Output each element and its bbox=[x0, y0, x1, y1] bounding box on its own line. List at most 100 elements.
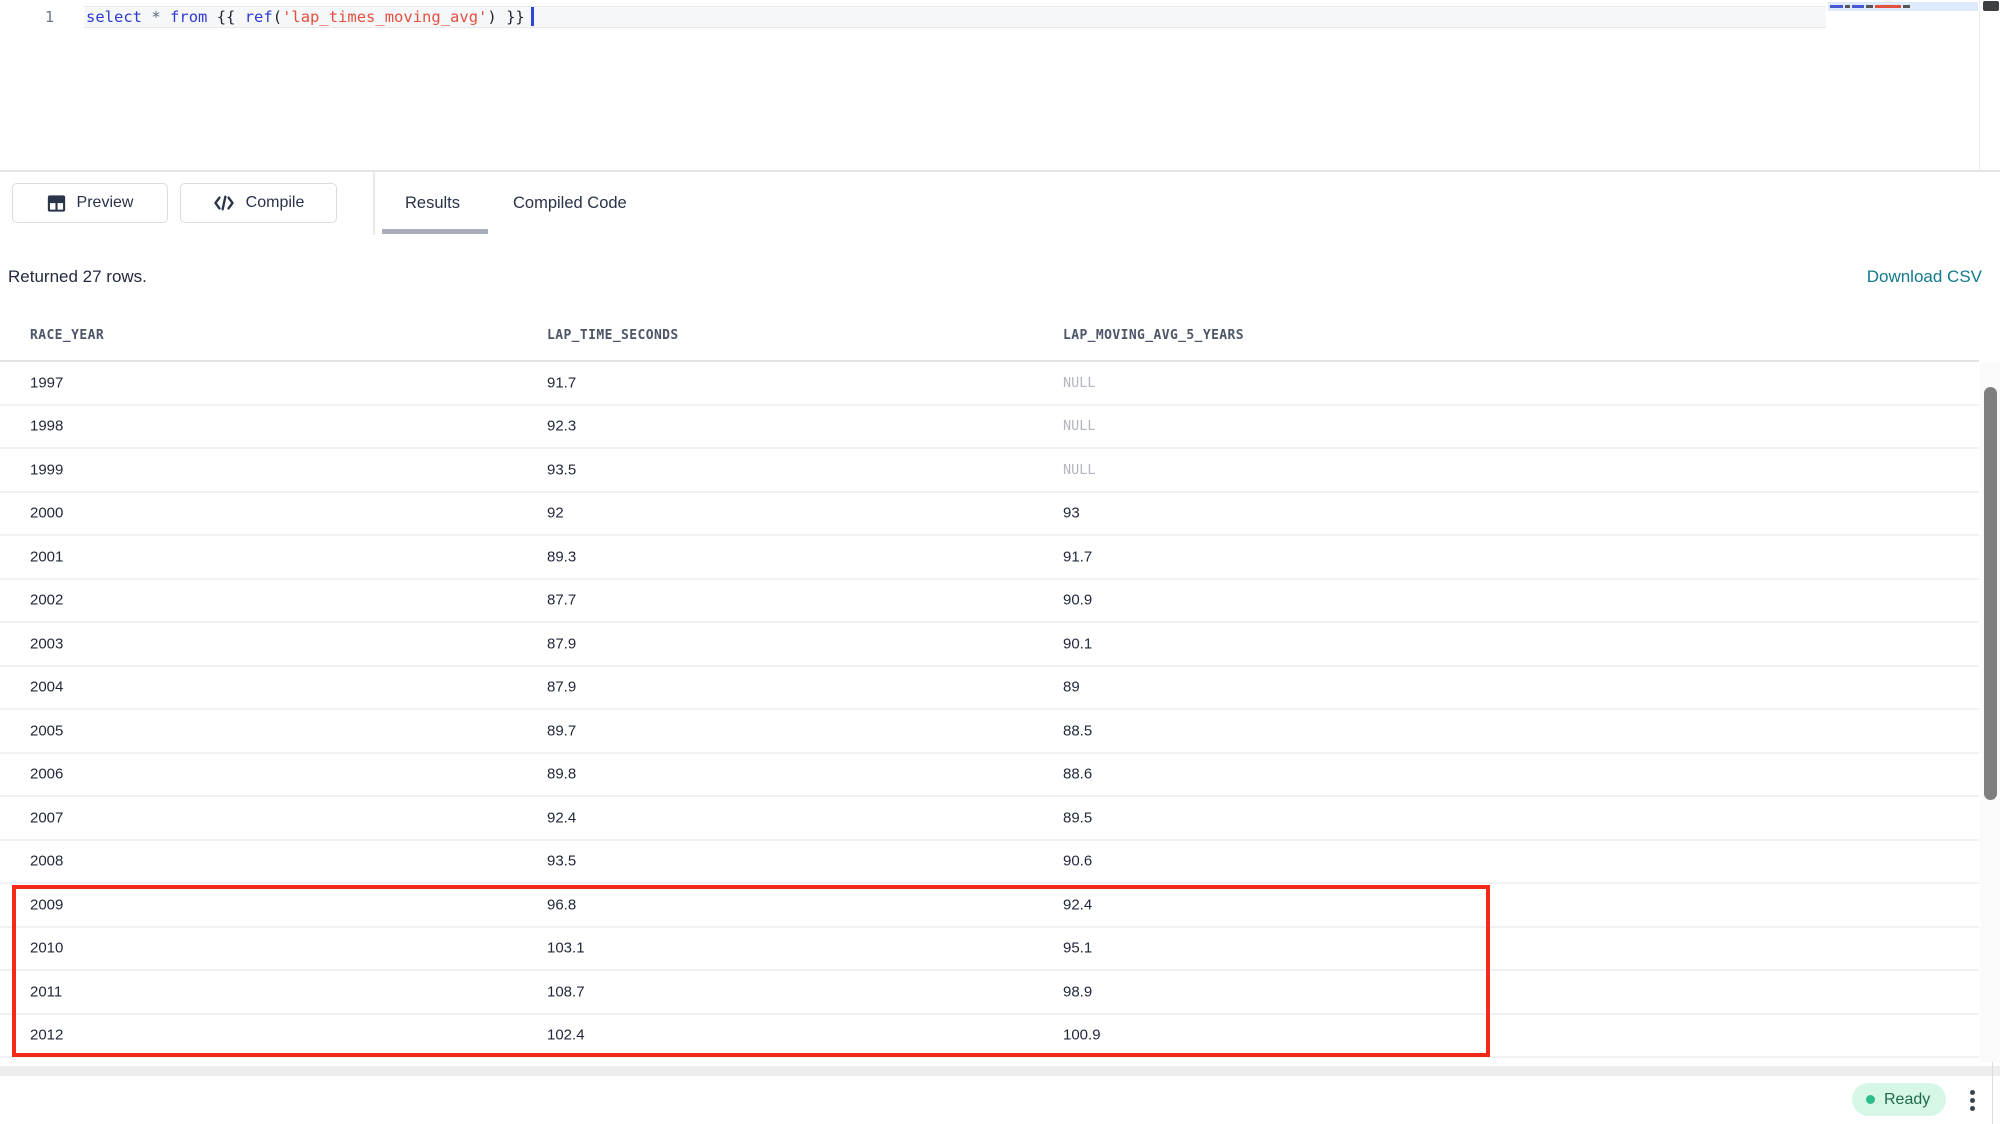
table-cell: 2010 bbox=[30, 940, 63, 957]
table-cell: 108.7 bbox=[547, 983, 585, 1000]
sql-keyword: from bbox=[170, 8, 207, 26]
compile-button[interactable]: Compile bbox=[180, 183, 337, 223]
table-cell: 89.7 bbox=[547, 722, 576, 739]
editor-vertical-scrollbar[interactable] bbox=[1979, 0, 2000, 170]
table-cell: 95.1 bbox=[1063, 940, 1092, 957]
table-cell: 100.9 bbox=[1063, 1027, 1101, 1044]
compile-button-label: Compile bbox=[246, 194, 305, 212]
jinja-ref-function: ref bbox=[245, 8, 273, 26]
tab-compiled-code[interactable]: Compiled Code bbox=[513, 172, 627, 235]
table-cell: 92.3 bbox=[547, 418, 576, 435]
minimap-code-mark bbox=[1845, 5, 1850, 8]
table-row[interactable]: 199791.7NULL bbox=[0, 362, 1979, 406]
table-cell: 89.8 bbox=[547, 766, 576, 783]
table-row[interactable]: 199892.3NULL bbox=[0, 406, 1979, 450]
row-count-text: Returned 27 rows. bbox=[8, 267, 147, 287]
table-row[interactable]: 2000 92 93 bbox=[0, 493, 1979, 537]
table-cell: NULL bbox=[1063, 462, 1096, 478]
editor-scrollbar-thumb[interactable] bbox=[1983, 1, 1999, 11]
table-cell: 87.9 bbox=[547, 679, 576, 696]
column-header-lap-time-seconds[interactable]: LAP_TIME_SECONDS bbox=[547, 328, 679, 343]
table-horizontal-scrollbar-track[interactable] bbox=[0, 1066, 2000, 1076]
ready-status-dot-icon bbox=[1866, 1095, 1875, 1104]
right-edge-divider bbox=[1992, 1062, 1993, 1124]
column-header-race-year[interactable]: RACE_YEAR bbox=[30, 328, 104, 343]
table-cell: 91.7 bbox=[547, 374, 576, 391]
table-cell: 89 bbox=[1063, 679, 1080, 696]
table-row[interactable]: 2004 87.9 89 bbox=[0, 667, 1979, 711]
table-cell: 89.3 bbox=[547, 548, 576, 565]
text-cursor bbox=[531, 7, 534, 26]
table-cell: 88.6 bbox=[1063, 766, 1092, 783]
table-cell: 2007 bbox=[30, 809, 63, 826]
table-row[interactable]: 200893.590.6 bbox=[0, 841, 1979, 885]
table-cell: 90.6 bbox=[1063, 853, 1092, 870]
preview-button-label: Preview bbox=[77, 194, 134, 212]
table-cell: 1999 bbox=[30, 461, 63, 478]
table-cell: 92 bbox=[547, 505, 564, 522]
table-cell: 91.7 bbox=[1063, 548, 1092, 565]
code-brackets-icon bbox=[213, 194, 235, 212]
table-cell: 2012 bbox=[30, 1027, 63, 1044]
minimap-code-mark bbox=[1830, 5, 1843, 8]
status-bar: Ready bbox=[0, 1076, 2000, 1124]
table-cell: 90.1 bbox=[1063, 635, 1092, 652]
toolbar-divider bbox=[373, 172, 375, 235]
table-row[interactable]: 2011108.798.9 bbox=[0, 971, 1979, 1015]
table-row[interactable]: 2003 87.9 90.1 bbox=[0, 623, 1979, 667]
jinja-close: }} bbox=[506, 8, 525, 26]
table-row[interactable]: 199993.5NULL bbox=[0, 449, 1979, 493]
table-cell: 2004 bbox=[30, 679, 63, 696]
table-row[interactable]: 2005 89.7 88.5 bbox=[0, 710, 1979, 754]
table-body: 199791.7NULL199892.3NULL199993.5NULL2000… bbox=[0, 362, 1979, 1058]
minimap-code-mark bbox=[1866, 5, 1873, 8]
kebab-menu-icon[interactable] bbox=[1962, 1086, 1982, 1114]
table-cell: 2000 bbox=[30, 505, 63, 522]
jinja-open: {{ bbox=[217, 8, 236, 26]
table-cell: 98.9 bbox=[1063, 983, 1092, 1000]
table-vertical-scrollbar[interactable] bbox=[1980, 363, 2000, 1062]
table-cell: 1998 bbox=[30, 418, 63, 435]
ready-status-label: Ready bbox=[1884, 1091, 1930, 1109]
results-table: RACE_YEAR LAP_TIME_SECONDS LAP_MOVING_AV… bbox=[0, 318, 1979, 1058]
minimap-code-mark bbox=[1875, 5, 1901, 8]
table-header-row: RACE_YEAR LAP_TIME_SECONDS LAP_MOVING_AV… bbox=[0, 318, 1979, 362]
table-cell: 1997 bbox=[30, 374, 63, 391]
table-row[interactable]: 2010 103.1 95.1 bbox=[0, 928, 1979, 972]
active-tab-underline bbox=[382, 229, 488, 234]
tab-compiled-code-label: Compiled Code bbox=[513, 194, 627, 213]
paren-close: ) bbox=[487, 8, 496, 26]
table-scrollbar-thumb[interactable] bbox=[1984, 387, 1997, 800]
minimap-code-mark bbox=[1903, 5, 1910, 8]
table-cell: 90.9 bbox=[1063, 592, 1092, 609]
table-cell: 2002 bbox=[30, 592, 63, 609]
table-row[interactable]: 200996.892.4 bbox=[0, 884, 1979, 928]
column-header-lap-moving-avg-5-years[interactable]: LAP_MOVING_AVG_5_YEARS bbox=[1063, 328, 1244, 343]
table-row[interactable]: 200189.391.7 bbox=[0, 536, 1979, 580]
table-cell: 96.8 bbox=[547, 896, 576, 913]
table-cell: 103.1 bbox=[547, 940, 585, 957]
minimap-code-mark bbox=[1852, 5, 1864, 8]
table-cell: 87.9 bbox=[547, 635, 576, 652]
download-csv-link[interactable]: Download CSV bbox=[1867, 267, 1982, 287]
table-cell: 92.4 bbox=[547, 809, 576, 826]
table-row[interactable]: 2012102.4100.9 bbox=[0, 1015, 1979, 1059]
code-editor[interactable]: 1 select * from {{ ref('lap_times_moving… bbox=[0, 0, 2000, 170]
editor-code-line[interactable]: select * from {{ ref('lap_times_moving_a… bbox=[86, 7, 534, 27]
table-grid-icon bbox=[47, 194, 66, 213]
table-cell: 2005 bbox=[30, 722, 63, 739]
tab-results[interactable]: Results bbox=[405, 172, 460, 235]
table-row[interactable]: 200792.489.5 bbox=[0, 797, 1979, 841]
table-cell: 2003 bbox=[30, 635, 63, 652]
table-row[interactable]: 200689.888.6 bbox=[0, 754, 1979, 798]
table-cell: 93.5 bbox=[547, 853, 576, 870]
paren-open: ( bbox=[273, 8, 282, 26]
editor-minimap[interactable] bbox=[1828, 0, 1978, 30]
table-row[interactable]: 2002 87.7 90.9 bbox=[0, 580, 1979, 624]
table-cell: 87.7 bbox=[547, 592, 576, 609]
results-summary-bar: Returned 27 rows. Download CSV bbox=[0, 235, 2000, 305]
preview-button[interactable]: Preview bbox=[12, 183, 168, 223]
table-cell: 2009 bbox=[30, 896, 63, 913]
table-cell: 93 bbox=[1063, 505, 1080, 522]
table-cell: 88.5 bbox=[1063, 722, 1092, 739]
